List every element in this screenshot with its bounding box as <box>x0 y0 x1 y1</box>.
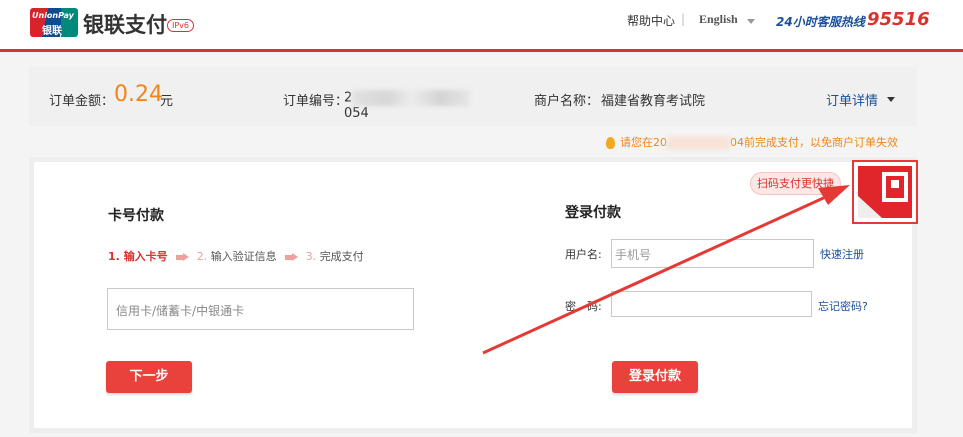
language-selector[interactable]: English <box>699 12 738 27</box>
chevron-down-icon[interactable] <box>747 19 755 24</box>
card-pay-title: 卡号付款 <box>108 208 164 224</box>
arrow-right-icon <box>284 252 298 262</box>
help-center-link[interactable]: 帮助中心 <box>627 12 675 29</box>
order-no-label: 订单编号： <box>283 94 349 109</box>
qr-code-toggle[interactable] <box>852 160 918 224</box>
password-label: 密 码: <box>565 300 602 313</box>
logo-text-en: UnionPay <box>32 11 74 20</box>
order-amount: 0.24 <box>114 82 163 107</box>
arrow-right-icon <box>175 252 189 262</box>
step-3: 3. 完成支付 <box>305 250 364 263</box>
forgot-password-link[interactable]: 忘记密码? <box>818 298 868 314</box>
step-indicator: 1. 输入卡号 2. 输入验证信息 3. 完成支付 <box>108 248 364 264</box>
lightbulb-icon <box>606 137 615 149</box>
order-detail-link[interactable]: 订单详情 <box>826 90 878 109</box>
notice-suffix: 04前完成支付，以免商户订单失效 <box>730 136 898 149</box>
card-number-input[interactable]: 信用卡/储蓄卡/中银通卡 <box>107 288 414 330</box>
header-separator: | <box>681 12 686 26</box>
hotline-number: 95516 <box>867 9 930 30</box>
amount-unit: 元 <box>160 94 174 109</box>
top-header: UnionPay 银联 银联支付 IPv6 帮助中心 | English 24小… <box>0 0 963 52</box>
next-step-button[interactable]: 下一步 <box>106 361 192 393</box>
qr-code-icon <box>858 166 912 218</box>
step-1: 1. 输入卡号 <box>108 250 168 263</box>
step-2: 2. 输入验证信息 <box>196 250 277 263</box>
redacted-region <box>352 90 471 106</box>
username-label: 用户名: <box>565 248 602 261</box>
order-number: 2054 <box>344 90 494 121</box>
ipv6-badge: IPv6 <box>167 19 195 32</box>
chevron-down-icon[interactable] <box>887 97 895 102</box>
login-pay-button[interactable]: 登录付款 <box>612 361 698 393</box>
amount-label: 订单金额： <box>49 94 115 109</box>
logo-text-cn: 银联 <box>42 26 62 37</box>
order-no-suffix: 054 <box>344 106 369 121</box>
password-input[interactable] <box>611 291 812 317</box>
brand-title: 银联支付 <box>83 13 167 37</box>
scan-pay-tooltip: 扫码支付更快捷 <box>750 172 841 195</box>
username-input[interactable]: 手机号 <box>611 239 814 268</box>
redacted-region <box>667 136 730 150</box>
payment-panel: 卡号付款 1. 输入卡号 2. 输入验证信息 3. 完成支付 信用卡/储蓄卡/中银通… <box>29 157 917 433</box>
merchant-name: 福建省教育考试院 <box>601 94 706 109</box>
order-summary-bar: 订单金额： 0.24 元 订单编号： 2054 商户名称： 福建省教育考试院 订… <box>29 67 917 126</box>
payment-deadline-notice: 请您在20 04前完成支付，以免商户订单失效 <box>606 134 898 150</box>
notice-prefix: 请您在20 <box>620 136 667 149</box>
order-no-prefix: 2 <box>344 90 353 106</box>
login-pay-title: 登录付款 <box>565 205 621 221</box>
hotline-label: 24小时客服热线 <box>776 15 865 29</box>
register-link[interactable]: 快速注册 <box>820 246 864 262</box>
merchant-label: 商户名称： <box>534 94 600 109</box>
unionpay-logo[interactable]: UnionPay 银联 <box>30 8 78 37</box>
